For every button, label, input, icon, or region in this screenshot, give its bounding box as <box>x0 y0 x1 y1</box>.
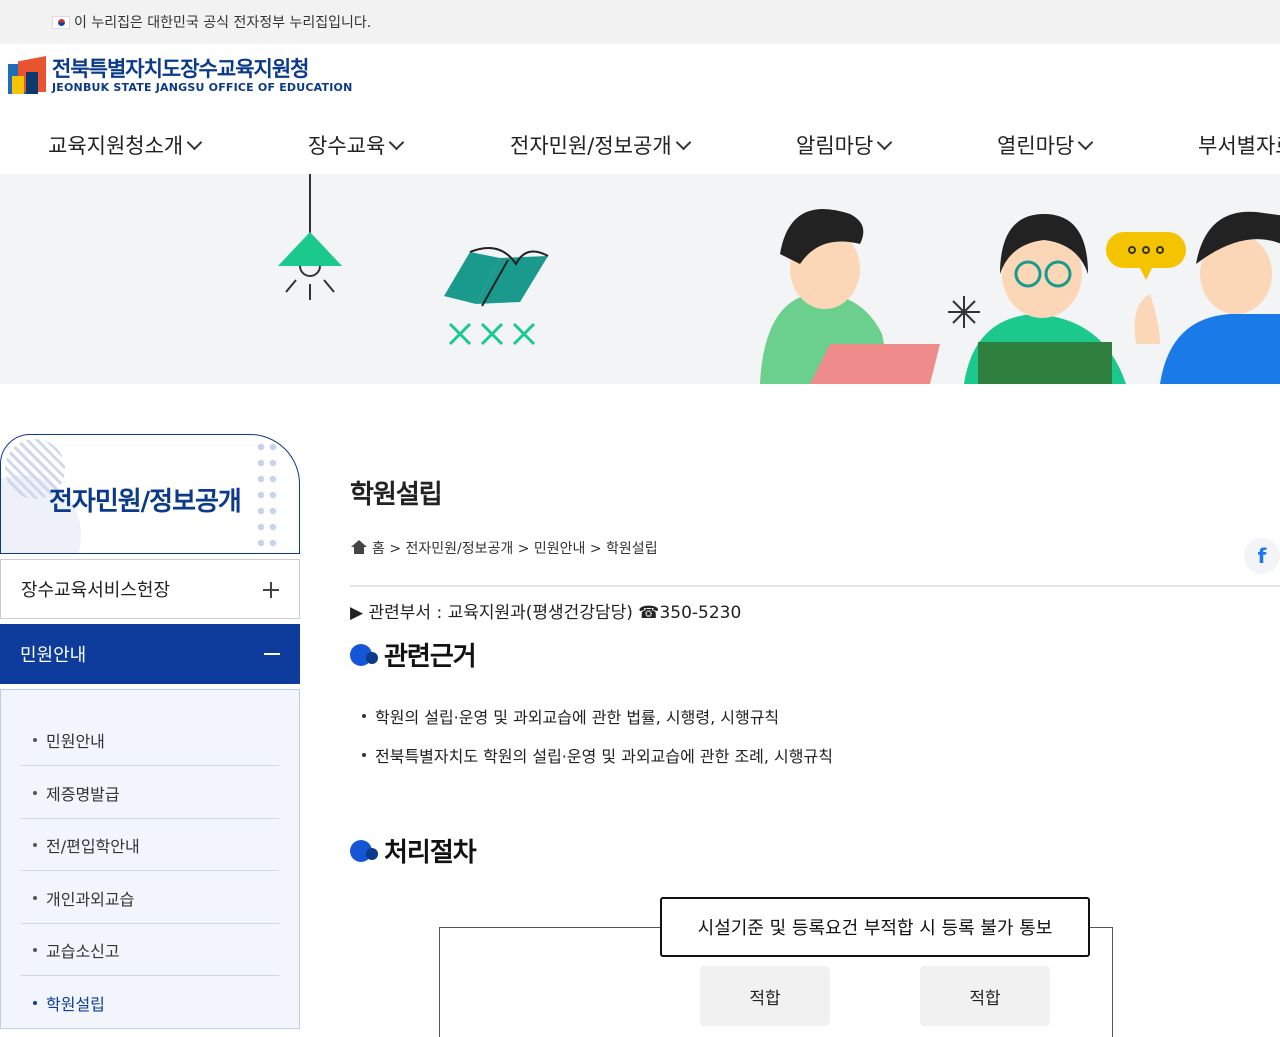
sidebar-title-box: 전자민원/정보공개 <box>0 434 300 554</box>
sidebar-item-service-charter[interactable]: 장수교육서비스헌장 <box>0 559 300 619</box>
chevron-down-icon <box>675 134 691 150</box>
sidebar-item-label: 민원안내 <box>20 645 87 666</box>
facebook-share-button[interactable]: f <box>1244 538 1280 574</box>
submenu-item[interactable]: 민원안내 <box>21 714 279 766</box>
law-item: 전북특별자치도 학원의 설립·운영 및 과외교습에 관한 조례, 시행규칙 <box>362 743 833 767</box>
book-icon <box>444 247 549 346</box>
divider <box>350 585 1280 587</box>
student-center-illustration <box>964 214 1126 384</box>
breadcrumb-text[interactable]: 홈 > 전자민원/정보공개 > 민원안내 > 학원설립 <box>372 538 658 558</box>
section-heading-text: 처리절차 <box>384 838 477 868</box>
hero-banner <box>0 174 1280 384</box>
gov-banner: 이 누리집은 대한민국 공식 전자정부 누리집입니다. <box>0 0 1280 44</box>
submenu-item[interactable]: 제증명발급 <box>21 767 279 819</box>
nav-item-label: 장수교육 <box>308 134 386 158</box>
minus-icon <box>264 653 280 655</box>
site-logo[interactable]: 전북특별자치도장수교육지원청 JEONBUK STATE JANGSU OFFI… <box>8 54 352 96</box>
sidebar-submenu: 민원안내 제증명발급 전/편입학안내 개인과외교습 교습소신고 학원설립 <box>0 689 300 1029</box>
main-nav: 교육지원청소개 장수교육 전자민원/정보공개 알림마당 열린마당 부서별자료 <box>0 130 1280 174</box>
flow-notice-box: 시설기준 및 등록요건 부적합 시 등록 불가 통보 <box>660 897 1090 957</box>
section-heading-basis: 관련근거 <box>350 636 477 673</box>
gov-banner-text: 이 누리집은 대한민국 공식 전자정부 누리집입니다. <box>74 15 372 31</box>
student-left-illustration <box>760 209 940 384</box>
section-heading-text: 관련근거 <box>384 642 477 672</box>
chevron-down-icon <box>186 134 203 150</box>
hero-illustration <box>278 174 1280 384</box>
sidebar-title: 전자민원/정보공개 <box>49 487 242 517</box>
chevron-down-icon <box>389 134 405 150</box>
logo-mark-icon <box>8 54 46 96</box>
header: 전북특별자치도장수교육지원청 JEONBUK STATE JANGSU OFFI… <box>0 44 1280 174</box>
submenu-item[interactable]: 개인과외교습 <box>21 872 279 924</box>
sidebar-item-civil-guide[interactable]: 민원안내 <box>0 624 300 684</box>
nav-item-label: 알림마당 <box>796 134 874 158</box>
nav-item-notice[interactable]: 알림마당 <box>796 130 893 160</box>
section-bullet-icon <box>350 643 378 666</box>
plus-icon <box>263 582 279 598</box>
section-bullet-icon <box>350 839 378 862</box>
nav-item-label: 열린마당 <box>997 134 1075 158</box>
speech-bubble-icon <box>1106 232 1186 280</box>
law-item: 학원의 설립·운영 및 과외교습에 관한 법률, 시행령, 시행규칙 <box>362 704 779 728</box>
submenu-item[interactable]: 전/편입학안내 <box>21 819 279 871</box>
nav-item-education[interactable]: 장수교육 <box>308 130 405 160</box>
nav-item-label: 전자민원/정보공개 <box>510 134 672 158</box>
chevron-down-icon <box>1078 134 1094 150</box>
page-title: 학원설립 <box>350 480 443 510</box>
submenu-item-active[interactable]: 학원설립 <box>21 977 279 1029</box>
facebook-icon: f <box>1257 544 1267 568</box>
flow-step-suitable: 적합 <box>700 966 830 1026</box>
sidebar-item-label: 장수교육서비스헌장 <box>21 580 171 601</box>
home-icon[interactable] <box>350 540 368 556</box>
nav-item-label: 교육지원청소개 <box>48 134 184 158</box>
nav-item-civil[interactable]: 전자민원/정보공개 <box>510 130 691 160</box>
nav-item-intro[interactable]: 교육지원청소개 <box>48 130 203 160</box>
logo-name-ko: 전북특별자치도장수교육지원청 <box>52 56 309 81</box>
flow-step-suitable: 적합 <box>920 966 1050 1026</box>
related-department: ▶ 관련부서 : 교육지원과(평생건강담당) ☎350-5230 <box>350 603 742 623</box>
sparkle-icon <box>948 296 980 328</box>
nav-item-label: 부서별자료 <box>1198 134 1280 158</box>
nav-item-dept[interactable]: 부서별자료 <box>1198 130 1280 160</box>
section-heading-procedure: 처리절차 <box>350 832 477 869</box>
lamp-icon <box>278 174 342 300</box>
logo-name-en: JEONBUK STATE JANGSU OFFICE OF EDUCATION <box>52 80 353 94</box>
breadcrumb: 홈 > 전자민원/정보공개 > 민원안내 > 학원설립 <box>350 538 658 558</box>
taegukgi-flag-icon <box>52 15 70 29</box>
submenu-item[interactable]: 교습소신고 <box>21 924 279 976</box>
chevron-down-icon <box>877 134 893 150</box>
nav-item-open[interactable]: 열린마당 <box>997 130 1094 160</box>
